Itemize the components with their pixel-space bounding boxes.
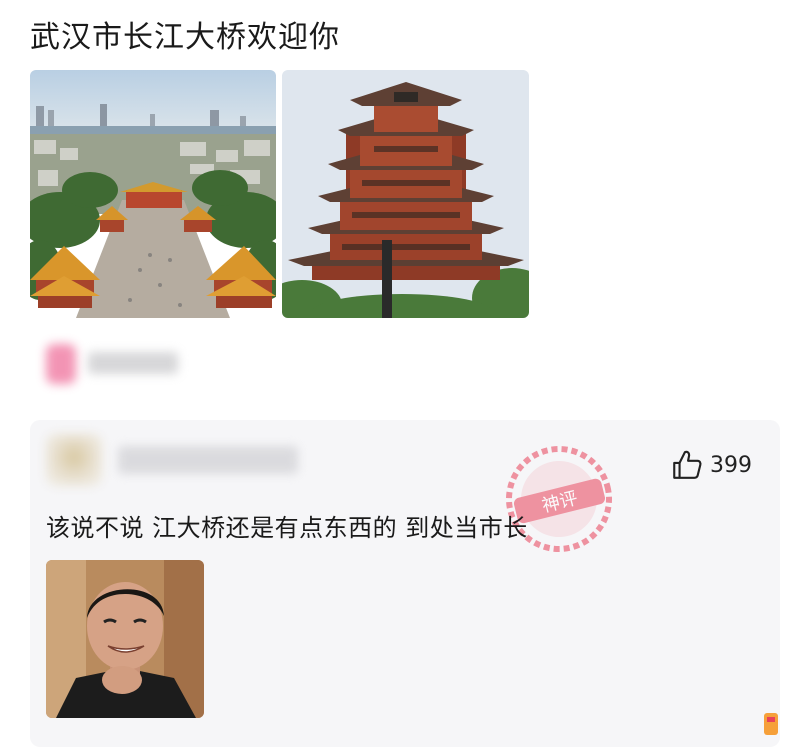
post-title: 武汉市长江大桥欢迎你: [30, 20, 340, 55]
like-button[interactable]: 399: [670, 448, 752, 482]
smiling-man-meme-image[interactable]: [46, 560, 204, 718]
corner-decoration-icon: [764, 713, 778, 735]
yellow-crane-tower-image[interactable]: [282, 70, 529, 318]
blurred-author-info: [40, 340, 190, 390]
commenter-name-blurred[interactable]: [118, 446, 298, 474]
comment-card: 神评 399 该说不说 江大桥还是有点东西的 到处当市长: [30, 420, 780, 747]
shenping-watermark-icon: 神评: [506, 446, 612, 552]
commenter-avatar[interactable]: [46, 434, 102, 486]
thumbs-up-icon: [673, 450, 702, 479]
like-count: 399: [710, 452, 752, 478]
blurred-avatar: [46, 344, 76, 384]
blurred-username: [88, 352, 178, 374]
wuhan-city-aerial-image[interactable]: [30, 70, 276, 318]
comment-text: 该说不说 江大桥还是有点东西的 到处当市长: [46, 514, 528, 542]
